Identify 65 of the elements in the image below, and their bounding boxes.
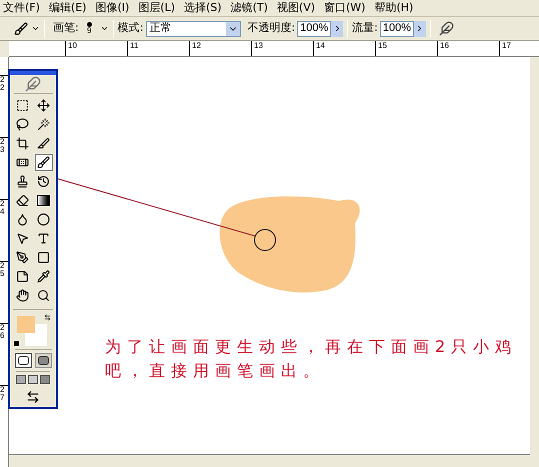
tool-button[interactable]: [34, 97, 52, 114]
ruler-label: 13: [251, 41, 313, 56]
eyedropper-icon: [37, 270, 50, 283]
ruler-label: 16: [437, 41, 499, 56]
caret-icon[interactable]: [100, 24, 109, 33]
search-icon: [37, 289, 50, 302]
ruler-label: 15: [375, 41, 437, 56]
tool-button[interactable]: [14, 192, 32, 209]
mode-select[interactable]: 正常: [146, 20, 242, 36]
gradient-icon: [37, 195, 50, 206]
brush-label: 画笔:: [53, 20, 79, 36]
menu-item[interactable]: 帮助(H): [374, 0, 414, 16]
caret-icon[interactable]: [31, 24, 40, 33]
tool-button[interactable]: [14, 135, 32, 152]
tool-button[interactable]: [34, 154, 52, 171]
pen-icon: [16, 251, 29, 264]
opacity-label: 不透明度:: [247, 20, 296, 36]
swap-icon[interactable]: [44, 314, 51, 321]
stamp-icon: [16, 175, 29, 188]
mask-mode-button[interactable]: [34, 353, 52, 368]
menu-item[interactable]: 图层(L): [138, 0, 176, 16]
tool-button[interactable]: [34, 192, 52, 209]
brush-icon[interactable]: [14, 22, 28, 36]
menu-item[interactable]: 滤镜(T): [230, 0, 268, 16]
move-icon: [37, 99, 50, 112]
opacity-arrow-button[interactable]: [331, 20, 344, 36]
menu-item[interactable]: 窗口(W): [324, 0, 366, 16]
menu-item[interactable]: 文件(F): [3, 0, 40, 16]
mask-mode-button[interactable]: [14, 353, 32, 368]
default-colors-icon[interactable]: [14, 341, 19, 346]
ruler-label: 14: [313, 41, 375, 56]
flow-arrow-button[interactable]: [414, 20, 426, 36]
history-icon: [37, 175, 50, 188]
brush-size: 9: [86, 27, 92, 35]
tool-button[interactable]: [14, 116, 32, 133]
brush-icon: [37, 156, 50, 169]
feather-logo-icon: [25, 76, 41, 92]
flow-label: 流量:: [352, 20, 378, 36]
flow-field[interactable]: 100%: [380, 20, 414, 36]
wand-icon: [37, 118, 50, 131]
menu-item[interactable]: 编辑(E): [48, 0, 86, 16]
shape-icon: [37, 251, 50, 264]
hand-icon: [16, 289, 29, 302]
screen-modes-icon[interactable]: [16, 371, 50, 387]
tool-button[interactable]: [14, 287, 32, 304]
brush-preview[interactable]: 9: [86, 22, 92, 35]
ruler-label: 10: [65, 41, 127, 56]
opacity-field[interactable]: 100%: [297, 20, 332, 36]
slice-icon: [37, 137, 50, 150]
crop-icon: [16, 137, 29, 150]
menu-item[interactable]: 选择(S): [184, 0, 222, 16]
ruler-label: 12: [189, 41, 251, 56]
text-icon: [37, 232, 50, 245]
menu-item[interactable]: 图像(I): [95, 0, 130, 16]
marquee-icon: [16, 99, 29, 112]
tool-button[interactable]: [34, 211, 52, 228]
target-circle: [254, 229, 276, 251]
foreground-swatch[interactable]: [17, 316, 35, 333]
mode-label: 模式:: [118, 20, 144, 36]
lasso-icon: [16, 118, 29, 131]
annotation-text: 为了让画面更生动些，再在下面画2只小鸡吧，直接用画笔画出。: [105, 336, 518, 382]
ruler-label: 17: [499, 41, 539, 56]
menu-item[interactable]: 视图(V): [276, 0, 316, 16]
ruler-label: 11: [127, 41, 189, 56]
eraser-icon: [16, 194, 29, 207]
